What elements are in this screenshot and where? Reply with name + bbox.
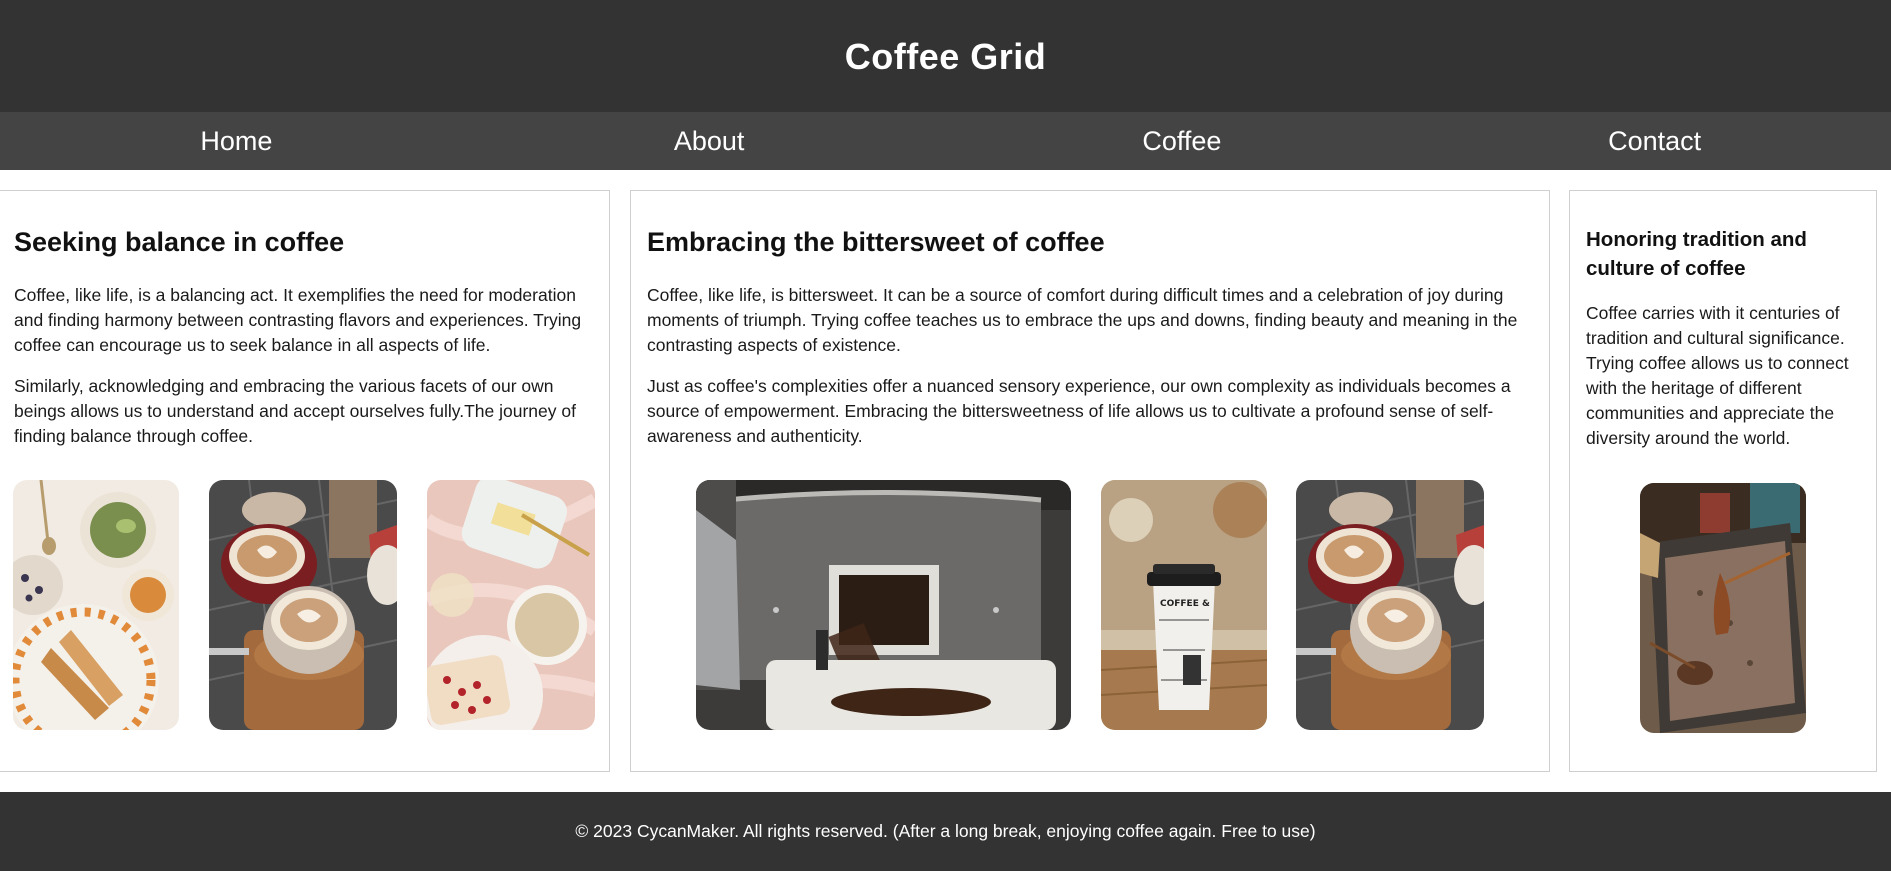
card-title: Embracing the bittersweet of coffee — [647, 227, 1105, 257]
card-tradition-culture: Honoring tradition and culture of coffee… — [1569, 190, 1877, 772]
card-paragraph: Similarly, acknowledging and embracing t… — [14, 376, 576, 446]
breakfast-spread-photo — [13, 480, 179, 730]
nav-link-about[interactable]: About — [473, 112, 946, 170]
cup-print-text: COFFEE & — [1160, 599, 1210, 609]
takeaway-cup-photo: COFFEE & — [1101, 480, 1267, 730]
site-header: Coffee Grid — [0, 0, 1891, 112]
coffee-roaster-photo — [696, 480, 1071, 730]
nav-link-contact[interactable]: Contact — [1418, 112, 1891, 170]
butter-and-coffee-photo — [427, 480, 595, 730]
card-bittersweet: Embracing the bittersweet of coffee Coff… — [630, 190, 1550, 772]
latte-cups-photo — [1296, 480, 1484, 730]
card-paragraph: Coffee carries with it centuries of trad… — [1586, 303, 1849, 448]
card-paragraph: Just as coffee's complexities offer a nu… — [647, 376, 1511, 446]
nav-link-coffee[interactable]: Coffee — [946, 112, 1419, 170]
latte-cups-photo — [209, 480, 397, 730]
site-footer: © 2023 CycanMaker. All rights reserved. … — [0, 792, 1891, 871]
footer-copyright: © 2023 CycanMaker. All rights reserved. … — [575, 821, 1316, 841]
card-title: Seeking balance in coffee — [14, 227, 345, 257]
card-paragraph: Coffee, like life, is a balancing act. I… — [14, 285, 582, 355]
site-title: Coffee Grid — [844, 36, 1047, 77]
nav-link-home[interactable]: Home — [0, 112, 473, 170]
card-seeking-balance: Seeking balance in coffee Coffee, like l… — [0, 190, 610, 772]
sand-coffee-photo — [1640, 483, 1806, 733]
card-title: Honoring tradition and culture of coffee — [1586, 228, 1807, 280]
main-nav: Home About Coffee Contact — [0, 112, 1891, 170]
card-paragraph: Coffee, like life, is bittersweet. It ca… — [647, 285, 1518, 355]
